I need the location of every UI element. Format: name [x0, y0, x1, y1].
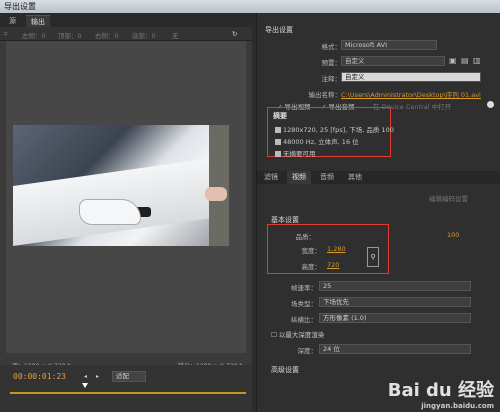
quality-value[interactable]: 100: [447, 231, 459, 239]
width-label: 宽度：: [301, 247, 322, 255]
window-title: 导出设置: [0, 0, 500, 13]
tab-output[interactable]: 输出: [26, 15, 50, 27]
advanced-settings-heading[interactable]: 高级设置: [271, 365, 299, 375]
max-depth-checkbox[interactable]: ☐ 以最大深度渲染: [271, 329, 324, 339]
summary-video: 1280x720, 25 [fps], 下场, 品质 100: [275, 124, 394, 134]
preset-label: 预置：: [321, 59, 342, 67]
summary-fx: 无摘要可用: [275, 148, 316, 158]
fps-select[interactable]: 25: [319, 281, 471, 291]
format-label: 格式：: [321, 43, 342, 51]
summary-fx-text: 无摘要可用: [283, 150, 316, 158]
crop-top[interactable]: 顶部：0: [58, 30, 82, 40]
crop-left[interactable]: 左侧：0: [22, 30, 46, 40]
depth-select[interactable]: 24 位: [319, 344, 471, 354]
source-output-panel: 源 输出 ⌗ 左侧：0 顶部：0 右侧：0 底部：0 无 ↻ 源：1280 w …: [0, 13, 252, 412]
timeline: 00:00:01:23 ◂ ▸ 适配: [0, 365, 252, 412]
export-settings-heading[interactable]: 导出设置: [265, 25, 293, 35]
width-value[interactable]: 1,280: [327, 245, 346, 253]
summary-audio: 48000 Hz, 立体声, 16 位: [275, 136, 359, 146]
speaker-icon: [275, 139, 281, 145]
tab-audio[interactable]: 音频: [315, 171, 339, 184]
export-settings-panel: 导出设置 格式： Microsoft AVI 预置： 自定义 ▣ ▤ ▥ 注释：…: [256, 13, 500, 412]
fps-label: 帧速率：: [291, 284, 317, 292]
comment-field[interactable]: 自定义: [341, 72, 481, 82]
import-preset-icon[interactable]: ▤: [461, 56, 469, 65]
timeline-track[interactable]: [10, 392, 246, 394]
quality-label: 品质：: [295, 233, 316, 241]
tab-other[interactable]: 其他: [343, 171, 367, 184]
summary-heading[interactable]: 摘要: [273, 111, 287, 121]
crop-right[interactable]: 右侧：0: [95, 30, 119, 40]
tab-filters[interactable]: 滤镜: [259, 171, 283, 184]
timecode[interactable]: 00:00:01:23: [13, 372, 66, 381]
crop-bottom[interactable]: 底部：0: [132, 30, 156, 40]
field-type-label: 场类型：: [291, 300, 317, 308]
watermark-main: Bai du 经验: [387, 380, 494, 401]
height-value[interactable]: 720: [327, 261, 339, 269]
step-back-icon[interactable]: ◂: [84, 373, 87, 380]
crop-ratio-select[interactable]: 无: [172, 30, 179, 40]
max-depth-label: 以最大深度渲染: [278, 331, 325, 339]
preset-select[interactable]: 自定义: [341, 56, 445, 66]
aspect-label: 纵横比：: [291, 316, 317, 324]
edit-codec-button[interactable]: 编辑编码设置: [429, 193, 468, 203]
save-preset-icon[interactable]: ▣: [449, 56, 457, 65]
rotate-icon[interactable]: ↻: [232, 30, 237, 38]
summary-audio-text: 48000 Hz, 立体声, 16 位: [283, 138, 359, 146]
tab-source[interactable]: 源: [4, 15, 21, 27]
aspect-select[interactable]: 方形像素 (1.0): [319, 313, 471, 323]
format-select[interactable]: Microsoft AVI: [341, 40, 437, 50]
height-label: 高度：: [301, 263, 322, 271]
delete-preset-icon[interactable]: ▥: [473, 56, 481, 65]
fit-select[interactable]: 适配: [112, 371, 146, 382]
fx-icon: [275, 151, 281, 157]
playhead-icon[interactable]: [82, 383, 88, 388]
watermark-logo: Bai du 经验 jingyan.baidu.com: [388, 376, 494, 410]
settings-tabs: 滤镜 视频 音频 其他: [257, 171, 500, 184]
field-type-select[interactable]: 下场优先: [319, 297, 471, 307]
link-aspect-icon[interactable]: ⚲: [367, 247, 379, 267]
step-forward-icon[interactable]: ▸: [96, 373, 99, 380]
output-path-link[interactable]: C:\Users\Administrator\Desktop\序列 01.avi: [341, 89, 481, 99]
video-preview: [13, 125, 229, 246]
output-name-label: 输出名称：: [308, 91, 342, 99]
crop-icon[interactable]: ⌗: [4, 30, 8, 39]
film-icon: [275, 127, 281, 133]
tab-video[interactable]: 视频: [287, 171, 311, 184]
comment-label: 注释：: [321, 75, 342, 83]
watermark-sub: jingyan.baidu.com: [421, 402, 494, 410]
summary-video-text: 1280x720, 25 [fps], 下场, 品质 100: [283, 126, 394, 134]
depth-label: 深度：: [297, 347, 318, 355]
metadata-icon[interactable]: [487, 101, 494, 108]
